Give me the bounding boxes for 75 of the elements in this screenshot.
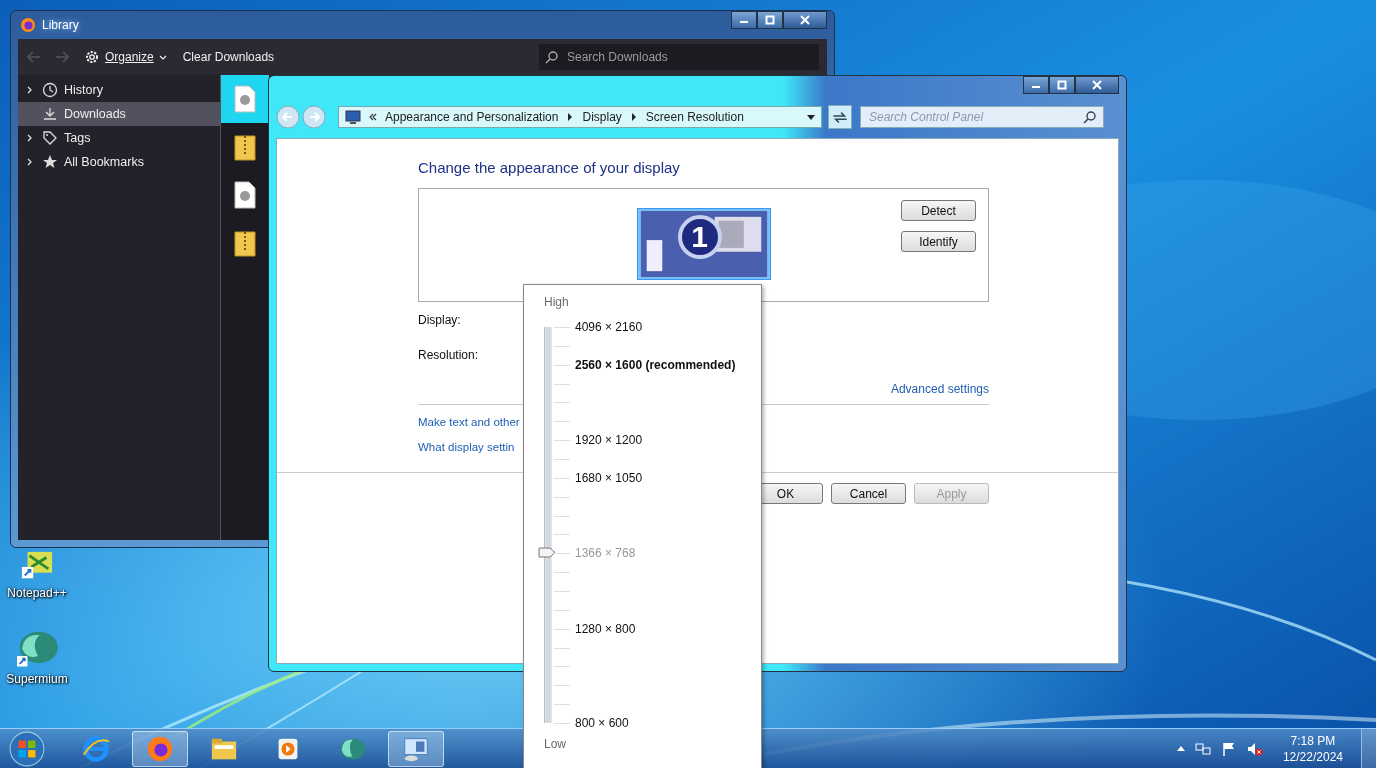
settings-icon — [84, 49, 100, 65]
maximize-icon — [765, 15, 775, 25]
advanced-settings-link[interactable]: Advanced settings — [890, 382, 989, 396]
download-icon — [42, 106, 58, 122]
dropdown-arrow-icon[interactable] — [807, 113, 815, 121]
dialog-button[interactable]: Cancel — [831, 483, 906, 504]
clock[interactable]: 7:18 PM 12/22/2024 — [1282, 732, 1343, 765]
scale-label: Low — [544, 737, 566, 751]
chevron-icon — [26, 158, 34, 166]
caret-icon — [158, 53, 167, 61]
window-title: Library — [42, 18, 79, 32]
document-icon — [234, 85, 256, 113]
search-field[interactable]: Search Downloads — [539, 44, 819, 70]
close-button[interactable] — [1075, 76, 1119, 94]
sidebar-item[interactable]: All Bookmarks — [18, 150, 220, 174]
refresh-icon[interactable] — [828, 105, 852, 129]
address-bar[interactable]: Appearance and Personalization Display Screen Resolution — [338, 106, 822, 128]
resolution-option[interactable]: 800 × 600 — [575, 715, 629, 732]
help-link[interactable]: Make text and other — [418, 414, 520, 430]
sidebar-item[interactable]: Downloads — [18, 102, 220, 126]
show-hidden-icons-arrow[interactable] — [1176, 744, 1185, 753]
search-icon — [545, 50, 559, 64]
zip-folder-icon — [234, 229, 256, 257]
resolution-option[interactable]: 1920 × 1200 — [575, 432, 643, 449]
star-icon — [42, 154, 58, 170]
network-icon[interactable] — [1194, 740, 1211, 757]
dialog-button[interactable]: Detect — [901, 200, 976, 221]
close-button[interactable] — [783, 11, 827, 29]
double-chevron-icon[interactable] — [369, 113, 377, 121]
chevron-icon — [26, 86, 34, 94]
organize-button[interactable]: Organize — [82, 47, 169, 67]
globe-e-icon — [81, 733, 111, 764]
chevron-icon — [26, 134, 34, 142]
breadcrumb-item[interactable]: Appearance and Personalization — [385, 110, 559, 124]
sidebar-item[interactable]: History — [18, 78, 220, 102]
clock-icon — [42, 82, 58, 98]
resolution-option[interactable]: 4096 × 2160 — [575, 319, 643, 335]
field-label: Resolution: — [418, 347, 479, 362]
help-link[interactable]: What display settin — [418, 439, 515, 455]
breadcrumb-arrow-icon — [629, 113, 638, 121]
field-label: Display: — [418, 312, 461, 327]
breadcrumb-item[interactable]: Display — [582, 110, 622, 124]
maximize-button[interactable] — [757, 11, 783, 29]
maximize-button[interactable] — [1049, 76, 1075, 94]
taskbar-button[interactable] — [388, 730, 444, 767]
close-icon — [800, 15, 810, 25]
slider-thumb[interactable] — [538, 546, 556, 558]
breadcrumb-arrow-icon — [566, 113, 575, 121]
dialog-button[interactable]: Identify — [901, 231, 976, 252]
scale-label: High — [544, 295, 569, 309]
search-field[interactable]: Search Control Panel — [860, 106, 1104, 128]
page-heading: Change the appearance of your display — [418, 159, 681, 176]
breadcrumb-item[interactable]: Screen Resolution — [645, 110, 744, 124]
maximize-icon — [1057, 80, 1067, 90]
search-field[interactable]: Search Control Panel — [867, 109, 1083, 125]
monitor-icon — [345, 109, 361, 125]
resolution-option[interactable]: 1680 × 1050 — [575, 469, 643, 486]
sidebar-item[interactable]: Tags — [18, 126, 220, 150]
show-desktop-button[interactable] — [1361, 728, 1376, 768]
orb-icon[interactable] — [14, 630, 60, 670]
resolution-option[interactable]: 1280 × 800 — [575, 620, 636, 637]
clear-downloads-button[interactable]: Clear Downloads — [180, 48, 277, 66]
taskbar-button[interactable] — [132, 730, 188, 767]
tag-icon — [42, 130, 58, 146]
document-icon — [234, 181, 256, 209]
flag-icon[interactable] — [1220, 740, 1237, 757]
close-icon — [1092, 80, 1102, 90]
zip-folder-icon — [234, 133, 256, 161]
search-field[interactable]: Search Downloads — [565, 49, 809, 65]
minimize-button[interactable] — [731, 11, 757, 29]
monitor-thumbnail[interactable]: 1 — [636, 208, 771, 280]
search-icon — [1083, 110, 1097, 124]
resolution-option[interactable]: 2560 × 1600 (recommended) — [575, 356, 736, 373]
minimize-button[interactable] — [1023, 76, 1049, 94]
start-button[interactable] — [8, 729, 46, 768]
